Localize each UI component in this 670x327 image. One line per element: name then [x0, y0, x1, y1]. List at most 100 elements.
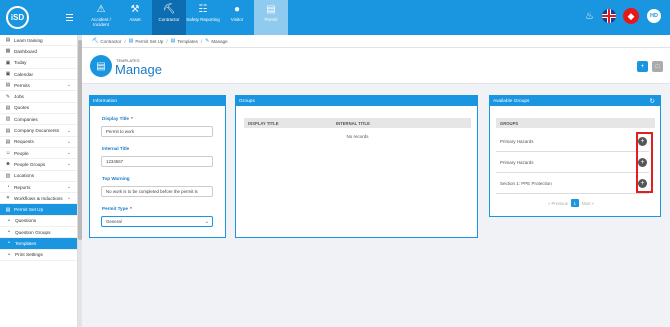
sidebar-item[interactable]: ☻ People Groups ⌄	[0, 159, 77, 171]
nav-label: Visitor	[230, 17, 244, 22]
column-header: GROUPS	[500, 120, 519, 126]
chevron-down-icon: ⌄	[66, 127, 71, 134]
sidebar-item[interactable]: ▤ Permit Set Up	[0, 204, 77, 216]
quotes-icon: ▤	[5, 104, 11, 111]
sidebar: ▤ Learn training ▦ Dashboard ▣ Today ▣ Calendar…	[0, 35, 78, 327]
module-nav: ⚠ Accident / Incident ⚒ Asset ⛏ Contract…	[84, 0, 288, 35]
breadcrumb-permit-set-up[interactable]: ▤ Permit Set Up	[129, 38, 164, 44]
bullet-icon: •	[8, 240, 10, 247]
sidebar-item-label: Permit Set Up	[14, 207, 44, 213]
sidebar-item-label: Print Settings	[15, 252, 43, 258]
sidebar-item[interactable]: • Templates	[0, 238, 77, 250]
uk-flag-icon[interactable]	[602, 9, 616, 23]
nav-accident-incident[interactable]: ⚠ Accident / Incident	[84, 0, 118, 35]
chevron-down-icon: ⌄	[66, 184, 71, 190]
nav-label: Safety Reporting	[186, 17, 220, 22]
accident-icon: ⚠	[96, 4, 106, 15]
nav-label: Contractor	[158, 17, 180, 22]
sidebar-item[interactable]: ▤ Quotes	[0, 103, 77, 115]
column-header: INTERNAL TITLE	[336, 120, 370, 126]
pagination-previous-label: Previous	[551, 200, 568, 206]
bullet-icon: •	[8, 229, 10, 236]
sidebar-item-label: Question Groups	[15, 229, 51, 235]
locations-icon: ▥	[5, 172, 11, 179]
people-icon: ☺	[5, 150, 11, 157]
internal-title-field[interactable]: 1234567	[101, 156, 213, 167]
nav-safety-reporting[interactable]: ☷ Safety Reporting	[186, 0, 220, 35]
sidebar-item[interactable]: ▤ Company Documents ⌄	[0, 125, 77, 137]
sidebar-item[interactable]: ▤ Learn training	[0, 35, 77, 47]
nav-label: Asset	[129, 17, 141, 22]
sidebar-item-label: Permits	[14, 82, 30, 88]
top-right-actions: ♨ ◆ HD	[584, 8, 662, 24]
save-button[interactable]: □	[652, 61, 663, 72]
menu-toggle-icon[interactable]	[66, 14, 73, 23]
groups-table-header: DISPLAY TITLE INTERNAL TITLE	[244, 118, 471, 128]
column-header: DISPLAY TITLE	[248, 120, 279, 126]
groups-panel-title: Groups	[236, 96, 477, 106]
nav-permit[interactable]: ▤ Permit	[254, 0, 288, 35]
permit-type-select[interactable]: General ⌄	[101, 216, 213, 227]
sidebar-item-label: Companies	[14, 116, 38, 122]
breadcrumb-label: Manage	[211, 38, 228, 44]
sidebar-item-label: People Groups	[14, 161, 46, 167]
groups-panel: Groups DISPLAY TITLE INTERNAL TITLE No r…	[235, 95, 478, 238]
breadcrumb-label: Contractor	[100, 38, 122, 44]
sidebar-item[interactable]: ▣ Calendar	[0, 69, 77, 81]
isd-logo[interactable]: iSD	[6, 6, 29, 29]
breadcrumb-contractor[interactable]: ⛏ Contractor	[92, 38, 121, 44]
sidebar-item[interactable]: • Question Groups	[0, 227, 77, 239]
asset-icon: ⚒	[130, 4, 140, 15]
plus-icon: +	[640, 63, 645, 70]
sidebar-item[interactable]: ◔ Reports ⌄	[0, 182, 77, 194]
required-mark: *	[130, 116, 133, 121]
sidebar-item[interactable]: ▥ Companies	[0, 114, 77, 126]
nav-label: Accident / Incident	[91, 17, 111, 27]
sidebar-item[interactable]: • Print Settings	[0, 250, 77, 261]
drop-icon[interactable]: ◆	[623, 8, 639, 24]
refresh-icon[interactable]: ↻	[650, 97, 655, 105]
breadcrumb-separator: /	[166, 38, 168, 44]
jobs-icon: ✎	[5, 93, 11, 100]
workflows-icon: ✶	[5, 195, 11, 202]
top-warning-field[interactable]: No work is to be completed before the pe…	[101, 186, 213, 197]
sidebar-item[interactable]: ▤ Requests ⌄	[0, 137, 77, 148]
top-warning-label-text: Top Warning	[102, 176, 130, 181]
permit-type-label: Permit Type *	[102, 206, 132, 211]
avatar[interactable]: HD	[646, 8, 662, 24]
sidebar-item[interactable]: ▦ Dashboard	[0, 46, 77, 58]
sidebar-item[interactable]: ✎ Jobs	[0, 91, 77, 103]
sidebar-item-label: Quotes	[14, 105, 30, 111]
people-groups-icon: ☻	[5, 161, 11, 168]
sidebar-item[interactable]: ☺ People ⌄	[0, 148, 77, 160]
sidebar-item[interactable]: ▥ Locations	[0, 171, 77, 182]
permit-icon: ▤	[266, 4, 276, 15]
permit-type-label-text: Permit Type	[102, 206, 128, 211]
sidebar-item-label: Learn training	[14, 37, 43, 43]
breadcrumb: ⛏ Contractor / ▤ Permit Set Up / ▤ Template…	[82, 35, 670, 48]
internal-title-label: Internal Title	[102, 146, 129, 151]
sidebar-item[interactable]: • Questions	[0, 216, 77, 228]
nav-visitor[interactable]: ● Visitor	[220, 0, 254, 35]
sidebar-item[interactable]: ▤ Permits ⌄	[0, 80, 77, 92]
pagination-next[interactable]: Next »	[582, 201, 594, 206]
list-item: Section 1: PPE Protection +	[496, 173, 649, 194]
sidebar-item[interactable]: ▣ Today	[0, 58, 77, 69]
page-title: Manage	[115, 62, 162, 77]
nav-contractor[interactable]: ⛏ Contractor	[152, 0, 186, 35]
pagination-previous[interactable]: « Previous	[548, 201, 568, 206]
sidebar-item[interactable]: ✶ Workflows & Inductions ⌄	[0, 193, 77, 205]
display-title-field[interactable]: Permit to work	[101, 126, 213, 137]
nav-label: Permit	[264, 17, 278, 22]
page-header: ▤ TEMPLATES Manage + □	[82, 48, 670, 84]
breadcrumb-templates[interactable]: ▤ Templates	[171, 38, 198, 44]
pagination-page[interactable]: 1	[570, 199, 579, 207]
pagination-next-label: Next	[581, 200, 591, 206]
contractor-icon: ⛏	[92, 38, 99, 44]
add-button[interactable]: +	[637, 61, 648, 72]
no-records-message: No records	[346, 134, 369, 139]
nav-asset[interactable]: ⚒ Asset	[118, 0, 152, 35]
requests-icon: ▤	[5, 138, 11, 145]
bell-icon[interactable]: ♨	[584, 11, 595, 22]
sidebar-item-label: Requests	[14, 139, 34, 145]
